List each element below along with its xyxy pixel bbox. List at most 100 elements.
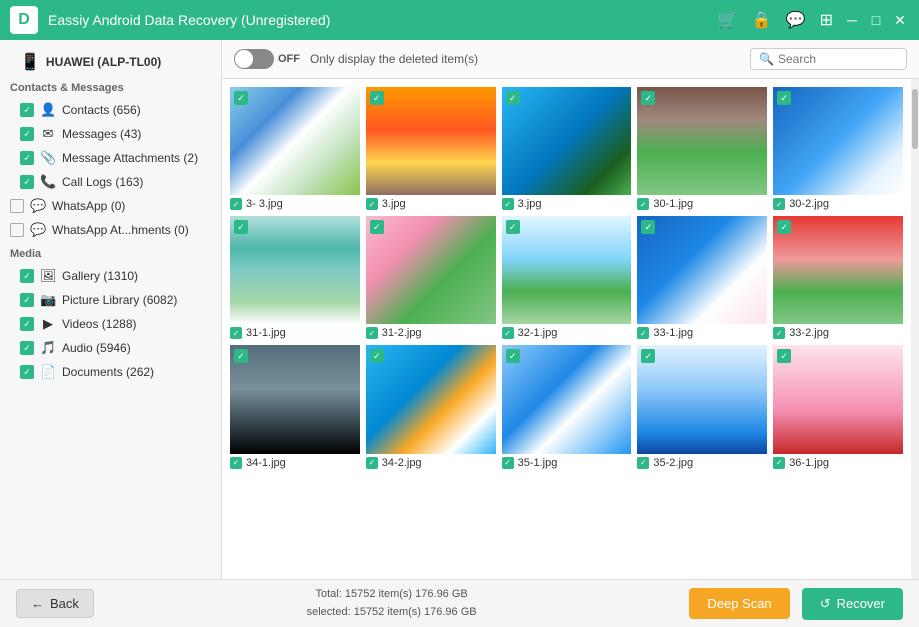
picture-lib-checkbox[interactable]: ✓ bbox=[20, 293, 34, 307]
recover-button[interactable]: ↺ Recover bbox=[802, 588, 903, 620]
photo-item[interactable]: ✓✓30-2.jpg bbox=[773, 87, 903, 210]
sidebar-item-contacts[interactable]: ✓ 👤 Contacts (656) bbox=[0, 98, 221, 122]
sidebar-item-call-logs[interactable]: ✓ 📞 Call Logs (163) bbox=[0, 170, 221, 194]
photo-label-checkbox[interactable]: ✓ bbox=[230, 327, 242, 339]
photo-label-checkbox[interactable]: ✓ bbox=[502, 198, 514, 210]
photo-item[interactable]: ✓✓3- 3.jpg bbox=[230, 87, 360, 210]
photo-label: ✓33-2.jpg bbox=[773, 327, 903, 339]
audio-icon: 🎵 bbox=[40, 340, 56, 356]
photo-item[interactable]: ✓✓31-2.jpg bbox=[366, 216, 496, 339]
sidebar-item-documents[interactable]: ✓ 📄 Documents (262) bbox=[0, 360, 221, 384]
photo-item[interactable]: ✓ ✓ 34-2.jpg bbox=[366, 345, 496, 468]
photo-label-checkbox[interactable]: ✓ bbox=[366, 327, 378, 339]
photo-label-checkbox[interactable]: ✓ bbox=[637, 198, 649, 210]
titlebar: D Eassiy Android Data Recovery (Unregist… bbox=[0, 0, 919, 40]
photo-checkbox[interactable]: ✓ bbox=[370, 91, 384, 105]
back-button[interactable]: ← Back bbox=[16, 589, 94, 618]
chat-icon[interactable]: 💬 bbox=[782, 10, 810, 30]
photo-item[interactable]: ✓✓3.jpg bbox=[366, 87, 496, 210]
sidebar-item-whatsapp-attachments[interactable]: 💬 WhatsApp At...hments (0) bbox=[0, 218, 221, 242]
videos-icon: ▶ bbox=[40, 316, 56, 332]
sidebar-item-picture-library[interactable]: ✓ 📷 Picture Library (6082) bbox=[0, 288, 221, 312]
photo-item[interactable]: ✓✓35-1.jpg bbox=[502, 345, 632, 468]
photo-label-checkbox[interactable]: ✓ bbox=[502, 457, 514, 469]
search-box[interactable]: 🔍 bbox=[750, 48, 907, 70]
photo-item[interactable]: ✓✓33-2.jpg bbox=[773, 216, 903, 339]
photo-label-checkbox[interactable]: ✓ bbox=[230, 457, 242, 469]
sidebar-item-whatsapp[interactable]: 💬 WhatsApp (0) bbox=[0, 194, 221, 218]
photo-checkbox[interactable]: ✓ bbox=[234, 349, 248, 363]
photo-item[interactable]: ✓✓36-1.jpg bbox=[773, 345, 903, 468]
photo-checkbox[interactable]: ✓ bbox=[370, 349, 384, 363]
toggle-label: OFF bbox=[278, 53, 300, 65]
sidebar-item-audio[interactable]: ✓ 🎵 Audio (5946) bbox=[0, 336, 221, 360]
photo-item[interactable]: ✓✓33-1.jpg bbox=[637, 216, 767, 339]
search-input[interactable] bbox=[778, 52, 898, 66]
sidebar-item-messages[interactable]: ✓ ✉ Messages (43) bbox=[0, 122, 221, 146]
photo-checkbox[interactable]: ✓ bbox=[506, 91, 520, 105]
photo-label-checkbox[interactable]: ✓ bbox=[773, 327, 785, 339]
photo-label-checkbox[interactable]: ✓ bbox=[637, 327, 649, 339]
photo-label-checkbox[interactable]: ✓ bbox=[773, 198, 785, 210]
scrollbar[interactable] bbox=[911, 79, 919, 579]
photo-checkbox[interactable]: ✓ bbox=[777, 220, 791, 234]
photo-checkbox[interactable]: ✓ bbox=[641, 91, 655, 105]
cart-icon[interactable]: 🛒 bbox=[714, 10, 742, 30]
deep-scan-button[interactable]: Deep Scan bbox=[689, 588, 789, 619]
photo-checkbox[interactable]: ✓ bbox=[641, 220, 655, 234]
footer: ← Back Total: 15752 item(s) 176.96 GB se… bbox=[0, 579, 919, 627]
photo-checkbox[interactable]: ✓ bbox=[777, 91, 791, 105]
messages-checkbox[interactable]: ✓ bbox=[20, 127, 34, 141]
photo-filename: 34-2.jpg bbox=[382, 457, 422, 469]
photo-label-checkbox[interactable]: ✓ bbox=[637, 457, 649, 469]
photo-label-checkbox[interactable]: ✓ bbox=[502, 327, 514, 339]
documents-checkbox[interactable]: ✓ bbox=[20, 365, 34, 379]
photo-label-checkbox[interactable]: ✓ bbox=[366, 198, 378, 210]
photo-item[interactable]: ✓✓34-1.jpg bbox=[230, 345, 360, 468]
msg-attach-checkbox[interactable]: ✓ bbox=[20, 151, 34, 165]
photo-label-checkbox[interactable]: ✓ bbox=[773, 457, 785, 469]
toggle-switch[interactable]: OFF bbox=[234, 49, 300, 69]
lock-icon[interactable]: 🔒 bbox=[748, 10, 776, 30]
photo-label-checkbox[interactable]: ✓ bbox=[230, 198, 242, 210]
photo-item[interactable]: ✓✓35-2.jpg bbox=[637, 345, 767, 468]
messages-label: Messages (43) bbox=[62, 127, 211, 141]
toggle-bg[interactable] bbox=[234, 49, 274, 69]
sidebar-item-videos[interactable]: ✓ ▶ Videos (1288) bbox=[0, 312, 221, 336]
photo-item[interactable]: ✓✓30-1.jpg bbox=[637, 87, 767, 210]
photo-checkbox[interactable]: ✓ bbox=[506, 349, 520, 363]
close-button[interactable]: ✕ bbox=[891, 11, 909, 29]
window-controls: 🛒 🔒 💬 ⊞ ─ □ ✕ bbox=[714, 10, 909, 30]
messages-icon: ✉ bbox=[40, 126, 56, 142]
whatsapp-attach-checkbox[interactable] bbox=[10, 223, 24, 237]
photo-thumbnail: ✓ bbox=[773, 345, 903, 453]
maximize-button[interactable]: □ bbox=[867, 11, 885, 29]
documents-label: Documents (262) bbox=[62, 365, 211, 379]
photo-label-checkbox[interactable]: ✓ bbox=[366, 457, 378, 469]
photo-checkbox[interactable]: ✓ bbox=[370, 220, 384, 234]
photo-item[interactable]: ✓✓32-1.jpg bbox=[502, 216, 632, 339]
scrollbar-thumb[interactable] bbox=[912, 89, 918, 149]
minimize-button[interactable]: ─ bbox=[843, 11, 861, 29]
gallery-checkbox[interactable]: ✓ bbox=[20, 269, 34, 283]
videos-checkbox[interactable]: ✓ bbox=[20, 317, 34, 331]
call-logs-checkbox[interactable]: ✓ bbox=[20, 175, 34, 189]
photo-item[interactable]: ✓✓31-1.jpg bbox=[230, 216, 360, 339]
grid-icon[interactable]: ⊞ bbox=[816, 10, 837, 30]
photo-label: ✓32-1.jpg bbox=[502, 327, 632, 339]
photo-thumbnail: ✓ bbox=[230, 216, 360, 324]
photo-checkbox[interactable]: ✓ bbox=[234, 220, 248, 234]
contacts-checkbox[interactable]: ✓ bbox=[20, 103, 34, 117]
photo-checkbox[interactable]: ✓ bbox=[641, 349, 655, 363]
photo-checkbox[interactable]: ✓ bbox=[506, 220, 520, 234]
videos-label: Videos (1288) bbox=[62, 317, 211, 331]
whatsapp-checkbox[interactable] bbox=[10, 199, 24, 213]
photo-checkbox[interactable]: ✓ bbox=[234, 91, 248, 105]
photo-thumbnail: ✓ bbox=[366, 216, 496, 324]
audio-checkbox[interactable]: ✓ bbox=[20, 341, 34, 355]
sidebar-item-gallery[interactable]: ✓ 🖼 Gallery (1310) bbox=[0, 264, 221, 288]
device-item[interactable]: 📱 HUAWEI (ALP-TL00) bbox=[0, 48, 221, 76]
sidebar-item-message-attachments[interactable]: ✓ 📎 Message Attachments (2) bbox=[0, 146, 221, 170]
photo-item[interactable]: ✓✓3.jpg bbox=[502, 87, 632, 210]
photo-checkbox[interactable]: ✓ bbox=[777, 349, 791, 363]
